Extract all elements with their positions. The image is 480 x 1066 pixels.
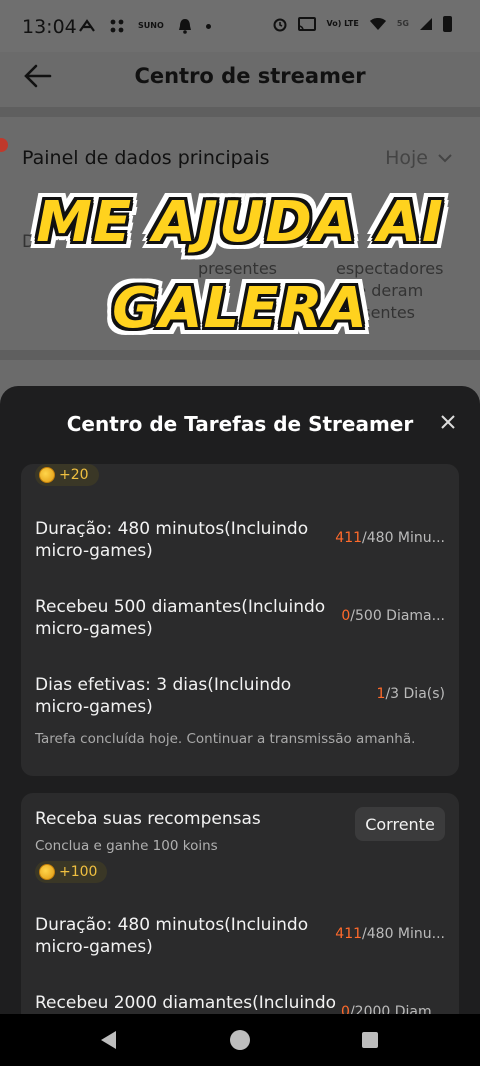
status-bar: 13:04 SUNO Vo) LTE 5G: [0, 0, 480, 52]
task-progress-total: /500 Diama...: [350, 608, 445, 624]
task-progress-done: 411: [335, 530, 363, 546]
network-label: 5G: [396, 19, 409, 28]
task-progress-done: 411: [335, 926, 363, 942]
panel-title: Painel de dados principais: [22, 147, 270, 169]
reward-subtitle: Conclua e ganhe 100 koins: [35, 838, 218, 854]
battery-icon: [443, 16, 452, 32]
status-left-icons: SUNO: [78, 18, 211, 34]
notification-dot: [0, 138, 8, 152]
bell-icon: [178, 19, 191, 34]
task-progress-done: 0: [341, 1004, 350, 1014]
reward-title: Receba suas recompensas: [35, 809, 261, 829]
sticker-line-1: ME AJUDA AI: [36, 190, 444, 255]
alarm-icon: [273, 18, 287, 32]
dot-icon: [205, 23, 211, 29]
page-title: Centro de streamer: [134, 64, 366, 88]
nav-home-icon[interactable]: [230, 1030, 250, 1050]
volte-label: Vo) LTE: [326, 19, 359, 28]
app-icon: [110, 19, 124, 33]
sheet-title: Centro de Tarefas de Streamer: [66, 412, 414, 436]
suno-label: SUNO: [138, 21, 164, 30]
signal-icon: [420, 18, 432, 30]
task-name: Dias efetivas: 3 dias(Incluindo micro-ga…: [35, 675, 292, 717]
task-name: Duração: 480 minutos(Incluindo micro-gam…: [35, 915, 309, 957]
range-selector[interactable]: Hoje: [385, 147, 452, 169]
task-name: Recebeu 2000 diamantes(Incluindo: [35, 993, 337, 1013]
task-progress-total: /480 Minu...: [362, 926, 445, 942]
reward-value: +100: [59, 864, 98, 880]
task-note: Tarefa concluída hoje. Continuar a trans…: [35, 731, 416, 747]
task-progress-total: /2000 Diam...: [349, 1004, 445, 1014]
close-button[interactable]: [436, 410, 460, 434]
task-name: Recebeu 500 diamantes(Incluindo micro-ga…: [35, 597, 326, 639]
task-center-sheet: Centro de Tarefas de Streamer +20 Duraçã…: [0, 386, 480, 1014]
chevron-down-icon: [438, 154, 452, 163]
task-name: Duração: 480 minutos(Incluindo micro-gam…: [35, 519, 309, 561]
task-progress-total: /3 Dia(s): [385, 686, 445, 702]
task-progress: 411/480 Minu...: [335, 530, 445, 546]
status-time: 13:04: [22, 16, 77, 38]
reward-card: Receba suas recompensas Conclua e ganhe …: [21, 793, 459, 1014]
task-progress: 411/480 Minu...: [335, 926, 445, 942]
sticker-line-2: GALERA: [112, 276, 368, 341]
reward-chip: +100: [35, 861, 108, 884]
status-right-icons: Vo) LTE 5G: [272, 16, 452, 32]
nav-back-icon[interactable]: [101, 1031, 116, 1049]
wifi-icon: [369, 18, 386, 30]
task-progress: 0/500 Diama...: [341, 608, 445, 624]
task-progress-done: 0: [341, 608, 351, 624]
task-card: +20 Duração: 480 minutos(Incluindo micro…: [21, 464, 459, 776]
close-icon: [441, 415, 455, 429]
navigation-bar: [0, 1014, 480, 1066]
task-progress: 1/3 Dia(s): [377, 686, 445, 702]
task-progress: 0/2000 Diam...: [341, 1004, 445, 1014]
usb-tether-icon: [79, 19, 95, 32]
sticker-overlay: ME AJUDA AI GALERA: [0, 180, 480, 352]
range-label: Hoje: [385, 147, 428, 169]
current-button[interactable]: Corrente: [355, 807, 445, 841]
coin-icon: [39, 467, 55, 483]
reward-chip: +20: [35, 464, 99, 487]
task-progress-total: /480 Minu...: [362, 530, 445, 546]
nav-recents-icon[interactable]: [362, 1032, 378, 1048]
reward-value: +20: [59, 467, 89, 483]
coin-icon: [39, 864, 55, 880]
divider: [0, 107, 480, 117]
cast-icon: [298, 17, 317, 31]
